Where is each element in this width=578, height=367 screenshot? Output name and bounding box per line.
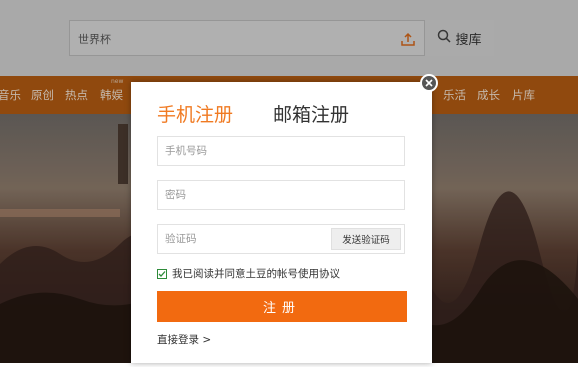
agreement-text: 我已阅读并同意土豆的帐号使用协议: [172, 268, 340, 280]
close-icon: [425, 79, 433, 87]
agreement-checkbox[interactable]: [157, 268, 167, 279]
code-input[interactable]: [165, 231, 325, 247]
check-icon: [158, 270, 166, 277]
agreement: 我已阅读并同意土豆的帐号使用协议: [157, 266, 340, 281]
direct-login-link[interactable]: 直接登录 >: [157, 332, 211, 347]
code-field: 发送验证码: [157, 224, 405, 254]
register-button[interactable]: 注册: [157, 291, 407, 322]
close-button[interactable]: [420, 74, 438, 92]
password-input[interactable]: [165, 187, 325, 203]
phone-input[interactable]: [165, 143, 325, 159]
tab-email-register[interactable]: 邮箱注册: [273, 100, 349, 127]
register-modal: 手机注册 邮箱注册 发送验证码 我已阅读并同意土豆的帐号使用协议 注册 直接登录…: [131, 82, 432, 363]
send-code-button[interactable]: 发送验证码: [331, 228, 401, 250]
password-field: [157, 180, 405, 210]
phone-field: [157, 136, 405, 166]
tab-phone-register[interactable]: 手机注册: [157, 100, 233, 127]
